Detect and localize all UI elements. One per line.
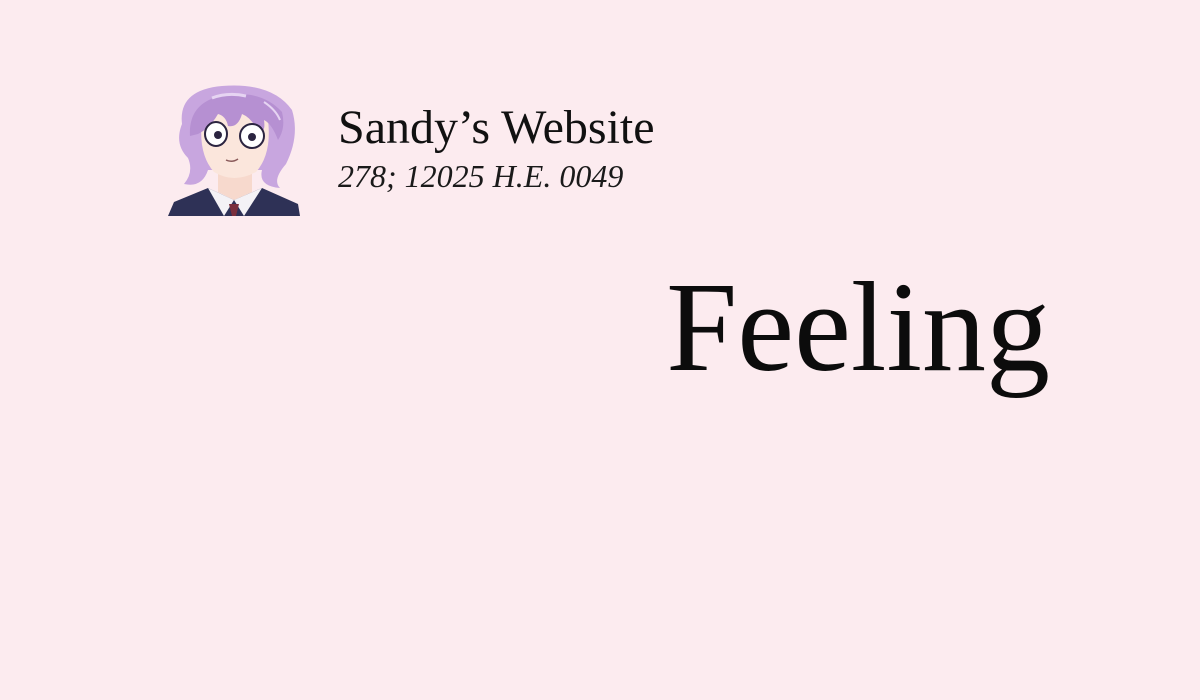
page-headline: Feeling <box>666 256 1050 398</box>
site-title[interactable]: Sandy’s Website <box>338 102 655 154</box>
page: Sandy’s Website 278; 12025 H.E. 0049 Fee… <box>0 0 1200 700</box>
site-header: Sandy’s Website 278; 12025 H.E. 0049 <box>168 84 655 216</box>
site-date: 278; 12025 H.E. 0049 <box>338 158 624 194</box>
avatar[interactable] <box>168 84 300 216</box>
site-titles: Sandy’s Website 278; 12025 H.E. 0049 <box>338 102 655 195</box>
